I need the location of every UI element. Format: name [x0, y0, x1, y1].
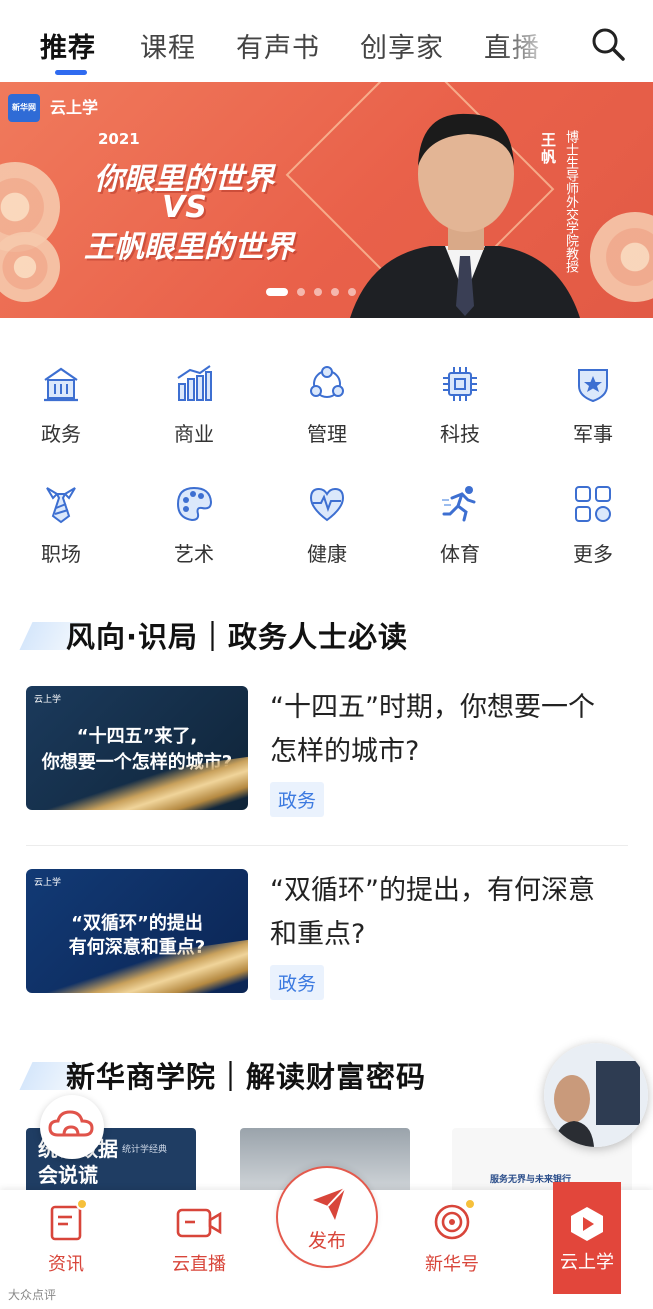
speaker-portrait — [350, 113, 580, 318]
article-title[interactable]: “双循环”的提出，有何深意和重点? — [270, 869, 620, 957]
carousel-dot[interactable] — [314, 288, 322, 296]
category-label: 更多 — [573, 542, 613, 566]
carousel-dots — [266, 288, 356, 296]
tab-fade-overlay — [500, 20, 570, 70]
section-header-business[interactable]: 新华商学院｜解读财富密码 — [19, 1054, 526, 1094]
article-card[interactable]: 云上学 “十四五”来了, 你想要一个怎样的城市? “十四五”时期，你想要一个怎样… — [26, 686, 628, 817]
nav-xinhua[interactable]: 新华号 — [402, 1198, 502, 1276]
category-career[interactable]: 职场 — [16, 484, 106, 567]
banner-line-2: VS — [162, 190, 207, 225]
category-tech[interactable]: 科技 — [415, 364, 505, 447]
section-title: 风向·识局｜政务人士必读 — [66, 620, 409, 654]
category-health[interactable]: 健康 — [282, 484, 372, 567]
article-thumbnail: 云上学 “双循环”的提出 有何深意和重点? — [26, 869, 248, 993]
course-peek-sub: 统计学经典 — [122, 1145, 168, 1155]
video-preview-thumbnail — [544, 1043, 648, 1147]
nav-label: 新华号 — [425, 1254, 479, 1275]
bar-chart-icon — [177, 365, 212, 401]
nav-yunshangxue[interactable]: 云上学 — [553, 1182, 621, 1294]
promo-banner[interactable]: 新华网 云上学 2021 你眼里的世界 VS 王帆眼里的世界 王帆 博士生导师外… — [0, 82, 653, 318]
carousel-dot[interactable] — [297, 288, 305, 296]
tab-audiobooks[interactable]: 有声书 — [236, 26, 320, 65]
divider — [26, 845, 628, 846]
carousel-dot[interactable] — [331, 288, 339, 296]
xinhua-logo: 新华网 — [8, 94, 40, 122]
category-label: 管理 — [307, 422, 347, 446]
thumb-text-1: “双循环”的提出 — [71, 913, 203, 934]
category-label: 商业 — [174, 422, 214, 446]
tab-creators[interactable]: 创享家 — [360, 26, 444, 65]
article-card[interactable]: 云上学 “双循环”的提出 有何深意和重点? “双循环”的提出，有何深意和重点? … — [26, 869, 628, 1000]
decor-flower — [0, 232, 60, 302]
category-management[interactable]: 管理 — [282, 364, 372, 447]
paper-plane-icon — [313, 1187, 346, 1220]
necktie-icon — [46, 487, 76, 524]
thumb-text-1: “十四五”来了, — [76, 726, 198, 747]
play-badge-icon — [571, 1207, 603, 1241]
tab-courses[interactable]: 课程 — [140, 26, 196, 65]
nav-label: 资讯 — [48, 1254, 84, 1275]
floating-cloud-button[interactable] — [40, 1095, 104, 1159]
star-shield-icon — [578, 369, 608, 403]
carousel-dot-active[interactable] — [266, 288, 288, 296]
article-title[interactable]: “十四五”时期，你想要一个怎样的城市? — [270, 686, 620, 774]
nav-label: 云直播 — [172, 1254, 226, 1275]
heartbeat-icon — [309, 487, 345, 522]
thumb-logo: 云上学 — [34, 695, 62, 705]
category-label: 职场 — [41, 542, 81, 566]
category-more[interactable]: 更多 — [548, 484, 638, 567]
category-business[interactable]: 商业 — [149, 364, 239, 447]
notification-dot — [464, 1198, 476, 1210]
runner-icon — [442, 486, 476, 522]
search-icon[interactable] — [590, 26, 626, 62]
watermark: 大众点评 — [8, 1288, 57, 1302]
category-label: 健康 — [307, 542, 347, 566]
team-network-icon — [310, 366, 344, 398]
category-label: 艺术 — [174, 542, 214, 566]
nav-label: 发布 — [307, 1230, 346, 1252]
yunshangxue-logo: 云上学 — [50, 98, 99, 117]
section-title: 新华商学院｜解读财富密码 — [66, 1060, 427, 1094]
chip-icon — [443, 367, 477, 401]
government-building-icon — [44, 367, 78, 402]
bottom-navigation: 资讯 云直播 发布 新华号 云上学 — [0, 1166, 653, 1309]
category-military[interactable]: 军事 — [548, 364, 638, 447]
nav-news[interactable]: 资讯 — [16, 1198, 116, 1276]
nav-label: 云上学 — [560, 1252, 614, 1273]
active-tab-indicator — [55, 70, 87, 75]
nav-publish[interactable]: 发布 — [276, 1166, 378, 1268]
carousel-dot[interactable] — [348, 288, 356, 296]
banner-year: 2021 — [98, 130, 140, 148]
category-sports[interactable]: 体育 — [415, 484, 505, 567]
category-label: 科技 — [440, 422, 480, 446]
category-label: 军事 — [573, 422, 613, 446]
article-tag[interactable]: 政务 — [270, 965, 325, 1000]
article-tag[interactable]: 政务 — [270, 782, 325, 817]
thumb-logo: 云上学 — [34, 878, 62, 888]
speaker-title: 博士生导师外交学院教授 — [563, 130, 578, 273]
category-government[interactable]: 政务 — [16, 364, 106, 447]
grid-more-icon — [575, 486, 611, 522]
video-camera-icon — [176, 1208, 222, 1238]
category-label: 政务 — [41, 422, 81, 446]
nav-live[interactable]: 云直播 — [149, 1202, 249, 1276]
palette-icon — [176, 486, 213, 522]
category-label: 体育 — [440, 542, 480, 566]
category-art[interactable]: 艺术 — [149, 484, 239, 567]
top-tab-bar: 推荐 课程 有声书 创享家 直播 — [0, 0, 653, 82]
floating-video-preview[interactable] — [544, 1043, 648, 1147]
article-thumbnail: 云上学 “十四五”来了, 你想要一个怎样的城市? — [26, 686, 248, 810]
tab-recommend[interactable]: 推荐 — [40, 26, 96, 65]
section-header-policy[interactable]: 风向·识局｜政务人士必读 — [19, 614, 526, 654]
speaker-name: 王帆 — [539, 132, 557, 166]
decor-flower — [590, 212, 653, 302]
banner-line-3: 王帆眼里的世界 — [84, 230, 294, 265]
notification-dot — [76, 1198, 88, 1210]
cloud-icon — [48, 1110, 94, 1137]
